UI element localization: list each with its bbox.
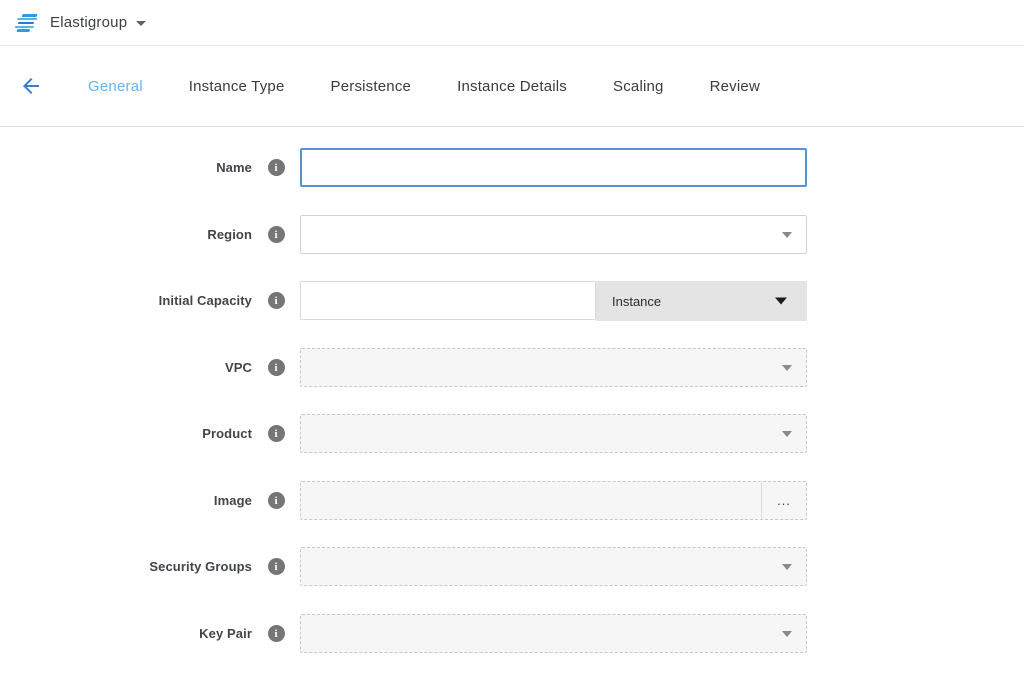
capacity-unit-select[interactable]: Instance <box>596 281 807 321</box>
region-info-icon[interactable]: i <box>268 226 285 243</box>
product-info-icon[interactable]: i <box>268 425 285 442</box>
initial-capacity-input[interactable] <box>300 281 596 320</box>
product-select <box>300 414 807 453</box>
image-info-icon[interactable]: i <box>268 492 285 509</box>
form-row-vpc: VPC i <box>0 348 1024 387</box>
form-row-product: Product i <box>0 414 1024 453</box>
chevron-down-icon <box>782 631 792 637</box>
app-name[interactable]: Elastigroup <box>50 14 127 31</box>
image-field-value <box>301 482 761 519</box>
form-row-security-groups: Security Groups i View Rules <box>0 547 1024 586</box>
wizard-tab-bar: General Instance Type Persistence Instan… <box>0 46 1024 127</box>
chevron-down-icon <box>775 298 787 305</box>
region-label: Region <box>0 215 252 254</box>
key-pair-select <box>300 614 807 653</box>
vpc-info-icon[interactable]: i <box>268 359 285 376</box>
initial-capacity-label: Initial Capacity <box>0 281 252 320</box>
chevron-down-icon <box>782 431 792 437</box>
app-switcher-caret-icon[interactable] <box>136 21 146 26</box>
form-row-region: Region i <box>0 215 1024 254</box>
name-info-icon[interactable]: i <box>268 159 285 176</box>
key-pair-info-icon[interactable]: i <box>268 625 285 642</box>
security-groups-select <box>300 547 807 586</box>
key-pair-label: Key Pair <box>0 614 252 653</box>
chevron-down-icon <box>782 365 792 371</box>
tab-review[interactable]: Review <box>710 78 760 95</box>
top-bar: Elastigroup <box>0 0 1024 46</box>
image-browse-button[interactable]: ... <box>761 482 806 519</box>
chevron-down-icon <box>782 232 792 238</box>
product-label: Product <box>0 414 252 453</box>
security-groups-info-icon[interactable]: i <box>268 558 285 575</box>
name-input[interactable] <box>300 148 807 187</box>
initial-capacity-info-icon[interactable]: i <box>268 292 285 309</box>
tab-persistence[interactable]: Persistence <box>331 78 412 95</box>
tab-general[interactable]: General <box>88 78 143 95</box>
security-groups-label: Security Groups <box>0 547 252 586</box>
vpc-select <box>300 348 807 387</box>
vpc-label: VPC <box>0 348 252 387</box>
form-row-key-pair: Key Pair i <box>0 614 1024 653</box>
wizard-tabs: General Instance Type Persistence Instan… <box>88 78 806 95</box>
tab-instance-details[interactable]: Instance Details <box>457 78 567 95</box>
tab-scaling[interactable]: Scaling <box>613 78 664 95</box>
tab-instance-type[interactable]: Instance Type <box>189 78 285 95</box>
form-row-image: Image i ... View Ami Details <box>0 481 1024 520</box>
elastigroup-logo-icon <box>13 14 42 32</box>
image-field: ... <box>300 481 807 520</box>
form-row-initial-capacity: Initial Capacity i Instance <box>0 281 1024 320</box>
elastigroup-wizard-screen: Elastigroup General Instance Type Persis… <box>0 0 1024 688</box>
image-label: Image <box>0 481 252 520</box>
form-row-name: Name i <box>0 148 1024 187</box>
back-arrow-icon[interactable] <box>19 74 43 98</box>
capacity-unit-value: Instance <box>612 294 661 309</box>
name-label: Name <box>0 148 252 187</box>
chevron-down-icon <box>782 564 792 570</box>
region-select[interactable] <box>300 215 807 254</box>
